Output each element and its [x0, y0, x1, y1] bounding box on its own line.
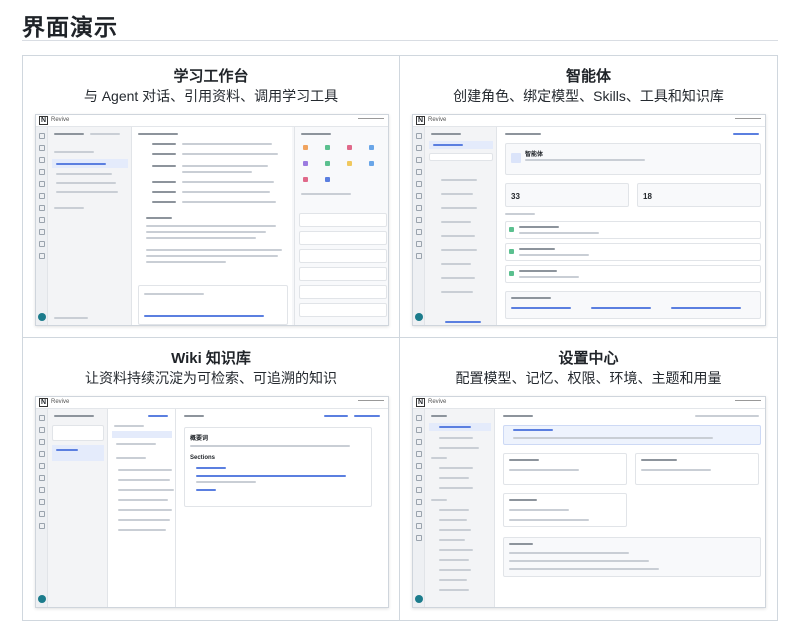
icon-rail	[36, 409, 48, 607]
app-name: Revive	[428, 399, 447, 405]
demo-grid: 学习工作台 与 Agent 对话、引用资料、调用学习工具 N Revive 智能…	[22, 55, 778, 621]
chat-area	[132, 127, 292, 325]
page-title: 界面演示	[22, 14, 118, 40]
panel-subtitle: 创建角色、绑定模型、Skills、工具和知识库	[453, 88, 724, 104]
chat-input[interactable]	[138, 285, 288, 325]
wiki-doc-heading: 概要词	[190, 436, 209, 442]
agent-heading: 智能体	[525, 152, 544, 158]
app-name: Revive	[51, 399, 70, 405]
panel-title: 智能体	[565, 68, 611, 85]
app-logo-icon: N	[416, 398, 425, 407]
tools-panel	[294, 127, 388, 325]
app-name: Revive	[51, 117, 70, 123]
avatar	[415, 313, 423, 321]
panel-subtitle: 让资料持续沉淀为可检索、可追溯的知识	[85, 370, 337, 386]
wiki-space-list	[48, 409, 108, 607]
title-divider	[22, 40, 778, 41]
icon-rail	[413, 409, 425, 607]
panel-subtitle: 与 Agent 对话、引用资料、调用学习工具	[83, 88, 339, 104]
icon-rail	[413, 127, 425, 325]
panel-title: 学习工作台	[173, 68, 249, 85]
screenshot-wiki: N Revive 概要词 Sections	[35, 396, 389, 608]
agent-stat-a: 33	[511, 192, 520, 201]
wiki-section-heading: Sections	[190, 455, 216, 461]
panel-agents: 智能体 创建角色、绑定模型、Skills、工具和知识库 N Revive 智能体…	[400, 56, 777, 338]
settings-nav	[425, 409, 495, 607]
avatar	[415, 595, 423, 603]
avatar	[38, 313, 46, 321]
window-titlebar: N Revive	[36, 397, 388, 409]
app-logo-icon: N	[416, 116, 425, 125]
panel-title: Wiki 知识库	[171, 350, 251, 367]
panel-wiki: Wiki 知识库 让资料持续沉淀为可检索、可追溯的知识 N Revive 概要词…	[23, 338, 400, 620]
screenshot-study-workbench: N Revive	[35, 114, 389, 326]
screenshot-settings: N Revive	[412, 396, 766, 608]
agent-detail: 智能体 33 18	[497, 127, 765, 325]
window-controls-icon	[358, 118, 384, 123]
icon-rail	[36, 127, 48, 325]
app-logo-icon: N	[39, 116, 48, 125]
wiki-document: 概要词 Sections	[176, 409, 388, 607]
avatar	[38, 595, 46, 603]
window-controls-icon	[358, 400, 384, 405]
panel-subtitle: 配置模型、记忆、权限、环境、主题和用量	[455, 370, 722, 386]
wiki-page-tree	[108, 409, 176, 607]
screenshot-agents: N Revive 智能体 33 18	[412, 114, 766, 326]
app-logo-icon: N	[39, 398, 48, 407]
panel-settings: 设置中心 配置模型、记忆、权限、环境、主题和用量 N Revive	[400, 338, 777, 620]
panel-study-workbench: 学习工作台 与 Agent 对话、引用资料、调用学习工具 N Revive	[23, 56, 400, 338]
app-name: Revive	[428, 117, 447, 123]
agent-list	[425, 127, 497, 325]
window-titlebar: N Revive	[36, 115, 388, 127]
window-controls-icon	[735, 118, 761, 123]
settings-content	[495, 409, 765, 607]
agent-search-input[interactable]	[429, 153, 493, 161]
agent-stat-b: 18	[643, 192, 652, 201]
window-titlebar: N Revive	[413, 397, 765, 409]
session-sidebar	[48, 127, 132, 325]
window-controls-icon	[735, 400, 761, 405]
window-titlebar: N Revive	[413, 115, 765, 127]
panel-title: 设置中心	[558, 350, 619, 367]
